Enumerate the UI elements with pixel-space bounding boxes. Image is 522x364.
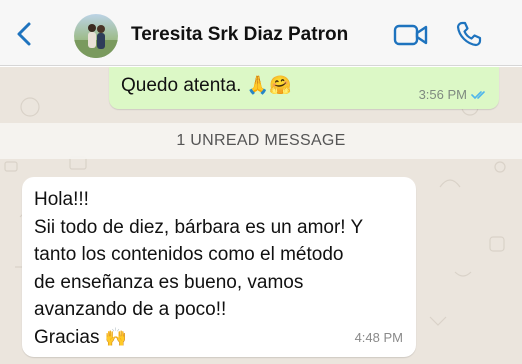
message-meta: 3:56 PM	[419, 87, 489, 102]
unread-messages-banner: 1 UNREAD MESSAGE	[0, 123, 522, 159]
incoming-time: 4:48 PM	[354, 330, 403, 345]
message-line: Sii todo de diez, bárbara es un amor! Y	[34, 216, 364, 238]
incoming-message-text: Hola!!! Sii todo de diez, bárbara es un …	[34, 186, 363, 351]
chevron-left-icon[interactable]	[12, 20, 36, 48]
phone-icon[interactable]	[455, 20, 483, 48]
incoming-message-bubble[interactable]: Hola!!! Sii todo de diez, bárbara es un …	[22, 177, 416, 357]
message-line: avanzando de a poco!!	[34, 299, 227, 320]
pray-hug-emoji: 🙏🤗	[246, 75, 292, 96]
message-line: Hola!!!	[34, 189, 89, 210]
message-line: de enseñanza es bueno, vamos	[34, 271, 304, 293]
video-camera-icon[interactable]	[393, 22, 429, 48]
message-line: tanto los contenidos como el método	[34, 244, 344, 265]
outgoing-message-bubble[interactable]: Quedo atenta. 🙏🤗 3:56 PM	[109, 67, 499, 109]
double-check-icon	[471, 90, 485, 99]
raised-hands-emoji: 🙌	[104, 326, 128, 348]
avatar[interactable]	[74, 14, 118, 58]
outgoing-message-text: Quedo atenta. 🙏🤗	[121, 75, 292, 96]
chat-area[interactable]: Quedo atenta. 🙏🤗 3:56 PM 1 UNREAD MESSAG…	[0, 67, 522, 364]
chat-header: Teresita Srk Diaz Patron	[0, 0, 522, 66]
outgoing-time: 3:56 PM	[418, 87, 467, 102]
contact-name[interactable]: Teresita Srk Diaz Patron	[131, 24, 348, 46]
message-line: Gracias 🙌	[34, 326, 128, 348]
